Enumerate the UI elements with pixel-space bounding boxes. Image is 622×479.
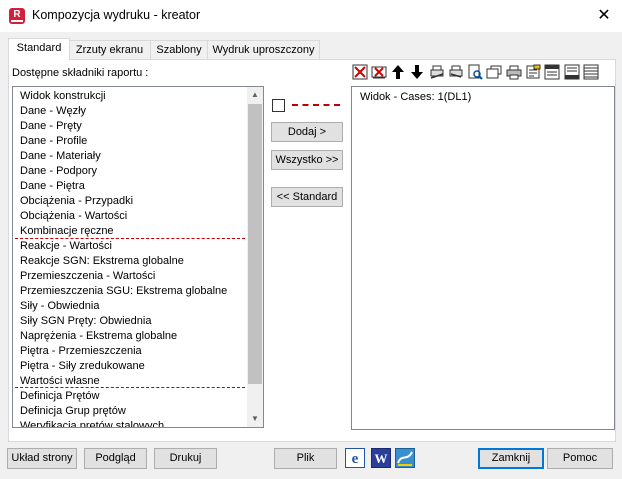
- separator-checkbox[interactable]: [272, 99, 285, 112]
- list-item[interactable]: Obciążenia - Wartości: [13, 209, 247, 224]
- layout-2-icon[interactable]: [564, 64, 580, 80]
- app-icon: R: [9, 8, 25, 24]
- add-all-button[interactable]: Wszystko >>: [271, 150, 343, 170]
- list-item[interactable]: Obciążenia - Przypadki: [13, 194, 247, 209]
- list-item[interactable]: Naprężenia - Ekstrema globalne: [13, 329, 247, 344]
- list-item[interactable]: Widok - Cases: 1(DL1): [360, 91, 471, 103]
- export-drawing-icon[interactable]: [395, 448, 415, 468]
- list-item[interactable]: Widok konstrukcji: [13, 89, 247, 104]
- preview-icon[interactable]: [467, 64, 483, 80]
- available-components-list[interactable]: Widok konstrukcji Dane - Węzły Dane - Pr…: [12, 86, 264, 428]
- list-item[interactable]: Reakcje SGN: Ekstrema globalne: [13, 254, 247, 269]
- table-icon[interactable]: [583, 64, 599, 80]
- help-button[interactable]: Pomoc: [547, 448, 613, 469]
- list-item[interactable]: Piętra - Przemieszczenia: [13, 344, 247, 359]
- close-button[interactable]: Zamknij: [478, 448, 544, 469]
- list-item[interactable]: Przemieszczenia - Wartości: [13, 269, 247, 284]
- edit-icon[interactable]: [525, 64, 541, 80]
- list-item[interactable]: Definicja Grup prętów: [13, 404, 247, 419]
- close-window-button[interactable]: ✕: [592, 4, 616, 28]
- preview-button[interactable]: Podgląd: [84, 448, 147, 469]
- section-separator: [15, 387, 245, 388]
- list-item[interactable]: Kombinacje ręczne: [13, 224, 247, 239]
- list-item[interactable]: Dane - Materiały: [13, 149, 247, 164]
- list-item[interactable]: Dane - Podpory: [13, 164, 247, 179]
- print-icon[interactable]: [506, 64, 522, 80]
- move-down-icon[interactable]: [409, 64, 425, 80]
- page-layout-button[interactable]: Układ strony: [7, 448, 77, 469]
- list-item[interactable]: Siły - Obwiednia: [13, 299, 247, 314]
- scrollbar-thumb[interactable]: [248, 104, 262, 384]
- separator-line-preview: [292, 104, 340, 106]
- title-bar: R Kompozycja wydruku - kreator ✕: [0, 0, 622, 32]
- delete-all-icon[interactable]: [371, 64, 387, 80]
- list-item[interactable]: Piętra - Siły zredukowane: [13, 359, 247, 374]
- export-word-icon[interactable]: W: [371, 448, 391, 468]
- layout-icon[interactable]: [544, 64, 560, 80]
- print-button[interactable]: Drukuj: [154, 448, 217, 469]
- export-html-icon[interactable]: e: [345, 448, 365, 468]
- open-icon[interactable]: [486, 64, 502, 80]
- list-item[interactable]: Dane - Piętra: [13, 179, 247, 194]
- tab-standard[interactable]: Standard: [8, 38, 70, 60]
- list-item[interactable]: Reakcje - Wartości: [13, 239, 247, 254]
- tab-simplified-print[interactable]: Wydruk uproszczony: [207, 40, 320, 59]
- move-up-icon[interactable]: [390, 64, 406, 80]
- list-scrollbar[interactable]: ▲ ▼: [247, 87, 263, 427]
- report-contents-list[interactable]: Widok - Cases: 1(DL1): [351, 86, 615, 430]
- list-item[interactable]: Dane - Węzły: [13, 104, 247, 119]
- file-button[interactable]: Plik: [274, 448, 337, 469]
- svg-text:W: W: [375, 451, 388, 466]
- list-item[interactable]: Dane - Profile: [13, 134, 247, 149]
- add-button[interactable]: Dodaj >: [271, 122, 343, 142]
- print-settings-2-icon[interactable]: [448, 64, 464, 80]
- list-item[interactable]: Definicja Prętów: [13, 389, 247, 404]
- delete-icon[interactable]: [352, 64, 368, 80]
- available-components-label: Dostępne składniki raportu :: [12, 67, 149, 79]
- tab-screen-captures[interactable]: Zrzuty ekranu: [68, 40, 151, 59]
- standard-button[interactable]: << Standard: [271, 187, 343, 207]
- list-item[interactable]: Przemieszczenia SGU: Ekstrema globalne: [13, 284, 247, 299]
- window-title: Kompozycja wydruku - kreator: [32, 8, 201, 22]
- print-settings-icon[interactable]: [429, 64, 445, 80]
- list-item[interactable]: Dane - Pręty: [13, 119, 247, 134]
- section-separator: [15, 238, 245, 239]
- scroll-up-icon[interactable]: ▲: [247, 87, 263, 103]
- list-item[interactable]: Weryfikacja prętów stalowych: [13, 419, 247, 427]
- scroll-down-icon[interactable]: ▼: [247, 411, 263, 427]
- tab-templates[interactable]: Szablony: [150, 40, 208, 59]
- list-item[interactable]: Siły SGN Pręty: Obwiednia: [13, 314, 247, 329]
- svg-text:e: e: [352, 451, 359, 467]
